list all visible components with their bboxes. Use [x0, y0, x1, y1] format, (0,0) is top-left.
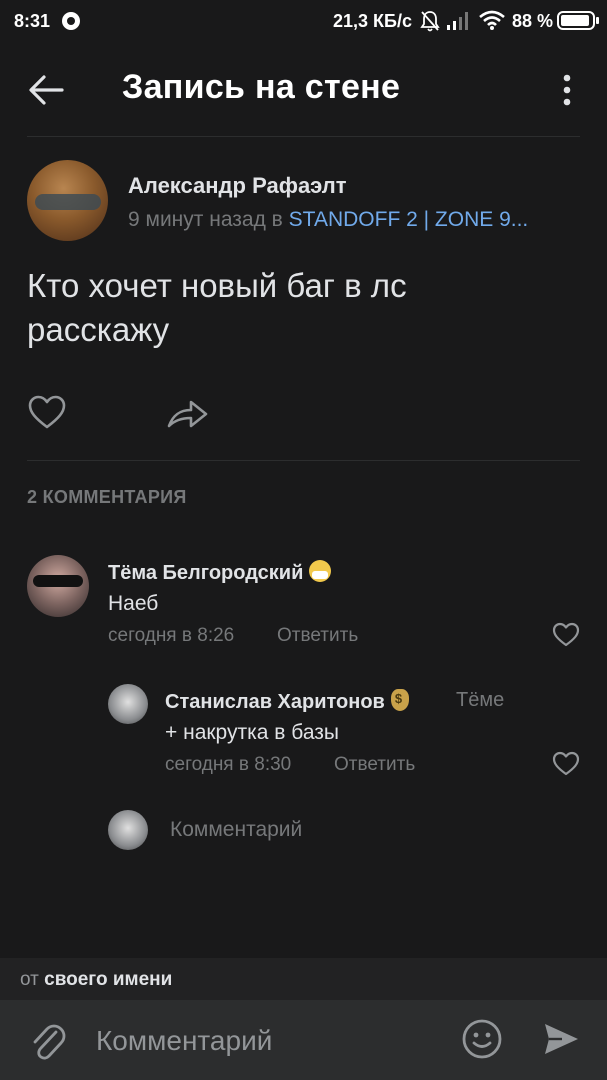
- signal-icon: [447, 12, 468, 30]
- comment-like-heart-icon[interactable]: [552, 622, 580, 648]
- avatar-photo: [33, 575, 83, 587]
- bell-muted-icon: [420, 11, 440, 32]
- comments-count: 2 КОММЕНТАРИЯ: [27, 487, 187, 507]
- back-button[interactable]: [22, 70, 68, 110]
- post-text-line: Кто хочет новый баг в лс: [27, 267, 407, 304]
- comment-author-avatar[interactable]: [27, 555, 89, 617]
- attach-button[interactable]: [28, 1018, 68, 1062]
- comment-reply-button[interactable]: Ответить: [277, 625, 358, 647]
- post-text-line: расскажу: [27, 311, 170, 348]
- post-author-name[interactable]: Александр Рафаэлт: [128, 173, 347, 199]
- reply-like-heart-icon[interactable]: [552, 751, 580, 777]
- post-as-value: своего имени: [44, 969, 173, 990]
- send-button[interactable]: [540, 1018, 582, 1060]
- money-bag-emoji-icon: [390, 689, 409, 711]
- more-vertical-icon: [563, 74, 571, 106]
- post-share-button[interactable]: [165, 393, 211, 433]
- post-time: 9 минут назад в: [128, 208, 289, 231]
- wifi-icon: [479, 10, 505, 30]
- post-text: Кто хочет новый баг в лс расскажу: [27, 264, 577, 352]
- post-as-selector[interactable]: от своего имени: [0, 958, 607, 1000]
- reply-author-label: Станислав Харитонов: [165, 691, 385, 713]
- inline-comment-input[interactable]: Комментарий: [170, 818, 302, 842]
- comment-text: Наеб: [108, 592, 159, 615]
- more-options-button[interactable]: [552, 70, 582, 110]
- post-as-prefix: от: [20, 969, 45, 990]
- network-speed: 21,3 КБ/с: [333, 11, 412, 31]
- post-author-avatar[interactable]: [27, 160, 108, 241]
- post-meta: 9 минут назад в STANDOFF 2 | ZONE 9...: [128, 208, 528, 232]
- status-time: 8:31: [14, 11, 51, 31]
- comment-author-label: Тёма Белгородский: [108, 562, 304, 584]
- paperclip-icon: [33, 1024, 66, 1060]
- post-divider: [27, 460, 580, 461]
- smiley-icon: [462, 1019, 502, 1059]
- current-user-avatar: [108, 810, 148, 850]
- arrow-left-icon: [29, 75, 64, 105]
- mask-emoji-icon: [309, 560, 332, 582]
- comment-input[interactable]: Комментарий: [96, 1025, 272, 1057]
- comment-composer: [0, 1000, 607, 1080]
- reply-reply-button[interactable]: Ответить: [334, 754, 415, 776]
- send-arrow-icon: [545, 1024, 578, 1054]
- heart-icon: [28, 395, 66, 429]
- reply-date: сегодня в 8:30: [165, 754, 292, 775]
- reply-to-label: Тёме: [456, 689, 505, 711]
- battery-icon: [557, 11, 599, 30]
- header-divider: [27, 136, 580, 137]
- status-bar: 8:31 21,3 КБ/с 88 %: [0, 0, 607, 44]
- notification-icon: [62, 12, 80, 30]
- post-like-button[interactable]: [27, 393, 67, 433]
- reply-author-name[interactable]: Станислав Харитонов: [165, 689, 409, 714]
- emoji-button[interactable]: [461, 1018, 503, 1060]
- comment-author-name[interactable]: Тёма Белгородский: [108, 560, 332, 585]
- comment-date: сегодня в 8:26: [108, 625, 235, 646]
- post-group-link[interactable]: STANDOFF 2 | ZONE 9...: [289, 208, 529, 231]
- battery-percent: 88 %: [512, 11, 554, 31]
- reply-author-avatar[interactable]: [108, 684, 148, 724]
- page-title: Запись на стене: [122, 68, 401, 106]
- share-icon: [167, 400, 208, 428]
- avatar-photo: [35, 194, 101, 210]
- reply-text: + накрутка в базы: [165, 721, 339, 744]
